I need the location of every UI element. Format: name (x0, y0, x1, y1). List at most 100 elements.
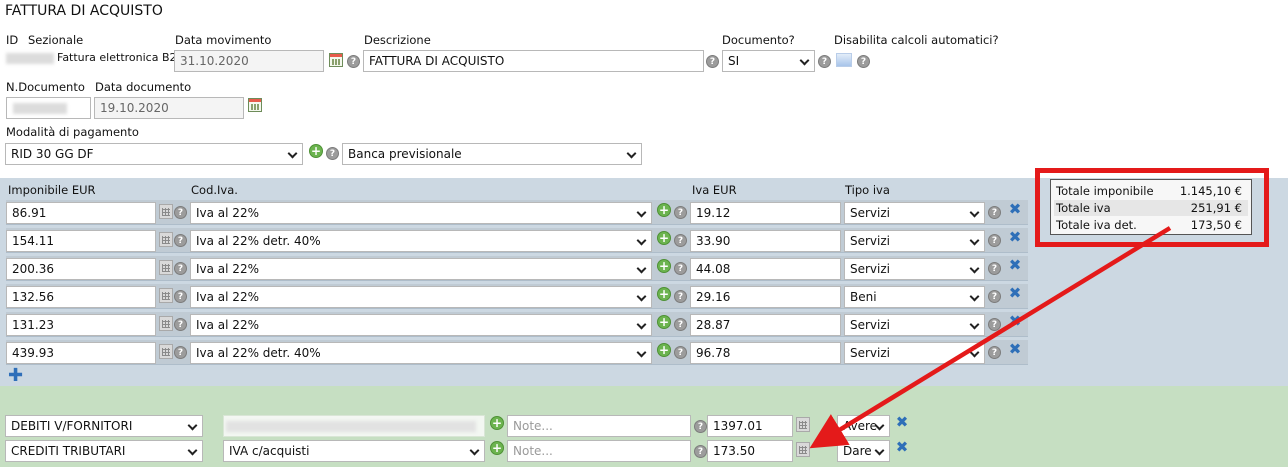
data-movimento-input[interactable]: 31.10.2020 (174, 50, 324, 72)
help-icon[interactable]: ? (174, 262, 187, 275)
imponibile-input[interactable]: 132.56 (6, 286, 156, 308)
help-icon[interactable]: ? (706, 55, 719, 68)
imponibile-input[interactable]: 131.23 (6, 314, 156, 336)
delete-row-icon[interactable]: ✖ (1008, 202, 1022, 217)
calculator-icon[interactable] (159, 316, 173, 331)
help-icon[interactable]: ? (988, 234, 1001, 247)
calculator-icon[interactable] (159, 204, 173, 219)
help-icon[interactable]: ? (694, 420, 707, 433)
add-row-icon[interactable]: ✚ (8, 367, 23, 385)
sottoconto-select[interactable]: IVA c/acquisti (223, 440, 485, 462)
calculator-icon[interactable] (796, 442, 810, 457)
calculator-icon[interactable] (159, 288, 173, 303)
calendar-icon[interactable] (329, 53, 343, 67)
sottoconto-field[interactable] (223, 415, 485, 437)
conto-value: CREDITI TRIBUTARI (11, 444, 126, 458)
add-codiva-icon[interactable]: + (657, 287, 671, 301)
disabilita-calcoli-checkbox[interactable] (836, 53, 852, 67)
iva-input[interactable]: 28.87 (690, 314, 841, 336)
tipo-iva-select[interactable]: Servizi (844, 230, 985, 252)
banca-select[interactable]: Banca previsionale (342, 143, 642, 165)
help-icon[interactable]: ? (674, 206, 687, 219)
iva-input[interactable]: 29.16 (690, 286, 841, 308)
add-codiva-icon[interactable]: + (657, 343, 671, 357)
codiva-select[interactable]: Iva al 22% (190, 286, 652, 308)
modalita-pagamento-value: RID 30 GG DF (11, 147, 94, 161)
descrizione-input[interactable]: FATTURA DI ACQUISTO (363, 50, 704, 72)
calculator-icon[interactable] (796, 417, 810, 432)
note-input[interactable]: Note... (507, 440, 691, 462)
imponibile-input[interactable]: 200.36 (6, 258, 156, 280)
delete-row-icon[interactable]: ✖ (1008, 286, 1022, 301)
help-icon[interactable]: ? (674, 318, 687, 331)
calendar-icon[interactable] (248, 98, 262, 112)
help-icon[interactable]: ? (674, 234, 687, 247)
conto-select[interactable]: CREDITI TRIBUTARI (5, 440, 203, 462)
calculator-icon[interactable] (159, 260, 173, 275)
importo-input[interactable]: 173.50 (707, 440, 793, 462)
tipo-iva-select[interactable]: Servizi (844, 258, 985, 280)
help-icon[interactable]: ? (988, 290, 1001, 303)
delete-entry-icon[interactable]: ✖ (895, 440, 909, 455)
help-icon[interactable]: ? (347, 55, 360, 68)
add-codiva-icon[interactable]: + (657, 259, 671, 273)
add-codiva-icon[interactable]: + (657, 315, 671, 329)
codiva-select[interactable]: Iva al 22% (190, 202, 652, 224)
help-icon[interactable]: ? (326, 147, 339, 160)
imponibile-input[interactable]: 439.93 (6, 342, 156, 364)
help-icon[interactable]: ? (988, 318, 1001, 331)
tipo-iva-select[interactable]: Servizi (844, 342, 985, 364)
help-icon[interactable]: ? (988, 262, 1001, 275)
imponibile-input[interactable]: 86.91 (6, 202, 156, 224)
help-icon[interactable]: ? (857, 55, 870, 68)
calculator-icon[interactable] (159, 232, 173, 247)
imponibile-input[interactable]: 154.11 (6, 230, 156, 252)
annotation-highlight-box (1035, 168, 1269, 247)
iva-input[interactable]: 44.08 (690, 258, 841, 280)
help-icon[interactable]: ? (174, 318, 187, 331)
iva-input[interactable]: 33.90 (690, 230, 841, 252)
add-sottoconto-icon[interactable]: + (490, 441, 504, 455)
help-icon[interactable]: ? (988, 206, 1001, 219)
iva-input[interactable]: 96.78 (690, 342, 841, 364)
add-sottoconto-icon[interactable]: + (490, 416, 504, 430)
calculator-icon[interactable] (159, 344, 173, 359)
delete-entry-icon[interactable]: ✖ (895, 415, 909, 430)
help-icon[interactable]: ? (174, 290, 187, 303)
codiva-select[interactable]: Iva al 22% (190, 314, 652, 336)
n-documento-input[interactable] (6, 97, 91, 119)
add-modalita-icon[interactable]: + (309, 144, 323, 158)
tipo-iva-value: Servizi (850, 318, 891, 332)
iva-input[interactable]: 19.12 (690, 202, 841, 224)
codiva-select[interactable]: Iva al 22% (190, 258, 652, 280)
help-icon[interactable]: ? (674, 346, 687, 359)
add-codiva-icon[interactable]: + (657, 203, 671, 217)
data-documento-input[interactable]: 19.10.2020 (94, 97, 244, 119)
help-icon[interactable]: ? (174, 346, 187, 359)
help-icon[interactable]: ? (174, 206, 187, 219)
delete-row-icon[interactable]: ✖ (1008, 342, 1022, 357)
segno-select[interactable]: Dare (837, 440, 890, 462)
help-icon[interactable]: ? (674, 290, 687, 303)
add-codiva-icon[interactable]: + (657, 231, 671, 245)
help-icon[interactable]: ? (174, 234, 187, 247)
tipo-iva-select[interactable]: Beni (844, 286, 985, 308)
help-icon[interactable]: ? (694, 445, 707, 458)
help-icon[interactable]: ? (674, 262, 687, 275)
help-icon[interactable]: ? (818, 55, 831, 68)
segno-select[interactable]: Avere (837, 415, 890, 437)
documento-select[interactable]: SI (722, 50, 815, 72)
modalita-pagamento-select[interactable]: RID 30 GG DF (5, 143, 303, 165)
codiva-select[interactable]: Iva al 22% detr. 40% (190, 230, 652, 252)
delete-row-icon[interactable]: ✖ (1008, 258, 1022, 273)
note-input[interactable]: Note... (507, 415, 691, 437)
tipo-iva-select[interactable]: Servizi (844, 202, 985, 224)
codiva-select[interactable]: Iva al 22% detr. 40% (190, 342, 652, 364)
importo-input[interactable]: 1397.01 (707, 415, 793, 437)
help-icon[interactable]: ? (988, 346, 1001, 359)
conto-select[interactable]: DEBITI V/FORNITORI (5, 415, 203, 437)
sezionale-value: Fattura elettronica B2B (57, 51, 185, 64)
tipo-iva-select[interactable]: Servizi (844, 314, 985, 336)
delete-row-icon[interactable]: ✖ (1008, 314, 1022, 329)
delete-row-icon[interactable]: ✖ (1008, 230, 1022, 245)
